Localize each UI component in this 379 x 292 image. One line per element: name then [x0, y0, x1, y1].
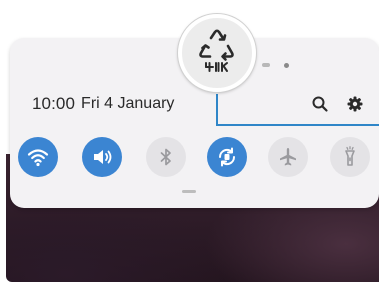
clock-time: 10:00: [32, 94, 76, 113]
flashlight-icon: [345, 146, 355, 166]
status-indicator: [262, 63, 270, 67]
recycle-badge: [178, 14, 256, 92]
clock-date: Fri 4 January: [81, 95, 175, 112]
toggle-sound[interactable]: [82, 137, 122, 177]
sound-icon: [94, 150, 112, 164]
toggle-airplane[interactable]: [268, 137, 308, 177]
toggle-auto-rotate[interactable]: [207, 137, 247, 177]
recycle-icon: [199, 29, 234, 72]
status-indicator-dot: [284, 63, 289, 68]
screenshot-frame: 10:00 Fri 4 January: [0, 0, 379, 292]
search-icon[interactable]: [311, 95, 329, 113]
wifi-icon: [27, 149, 49, 167]
gear-icon[interactable]: [346, 95, 364, 113]
toggle-flashlight[interactable]: [330, 137, 370, 177]
toggle-wifi[interactable]: [18, 137, 58, 177]
airplane-icon: [280, 148, 296, 166]
bluetooth-icon: [160, 148, 171, 166]
auto-rotate-icon: [218, 147, 236, 167]
panel-drag-handle[interactable]: [182, 190, 196, 193]
toggle-bluetooth[interactable]: [146, 137, 186, 177]
